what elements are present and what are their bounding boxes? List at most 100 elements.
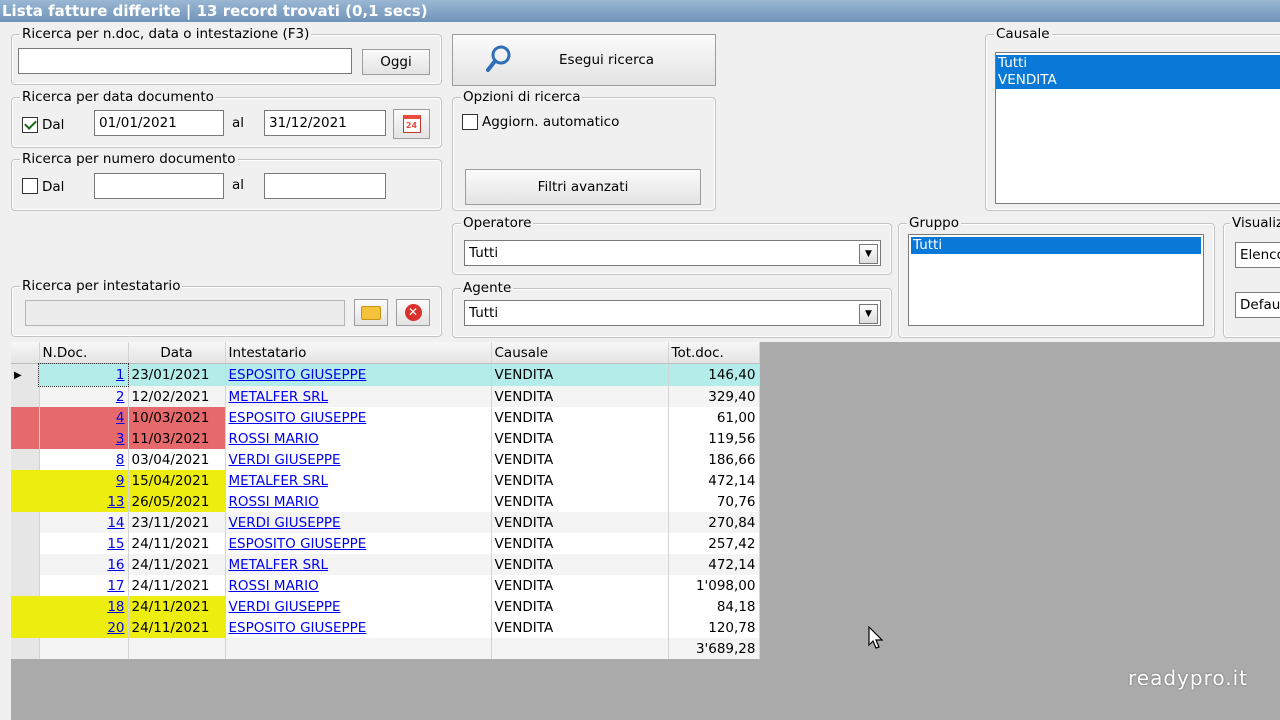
cell-causale[interactable]: VENDITA <box>491 491 669 512</box>
cell-data[interactable]: 12/02/2021 <box>128 386 226 407</box>
row-selector[interactable] <box>11 617 40 638</box>
document-number-link[interactable]: 1 <box>116 367 125 383</box>
cell-ndoc[interactable]: 15 <box>39 533 129 554</box>
date-to-field[interactable]: 31/12/2021 <box>264 110 386 136</box>
table-row[interactable]: 13 26/05/2021 ROSSI MARIO VENDITA 70,76 <box>11 491 760 512</box>
row-selector[interactable] <box>11 407 40 428</box>
cell-totdoc[interactable]: 472,14 <box>668 470 760 491</box>
cell-intestatario[interactable]: ESPOSITO GIUSEPPE <box>225 407 492 428</box>
customer-link[interactable]: METALFER SRL <box>229 389 329 405</box>
cell-data[interactable]: 24/11/2021 <box>128 617 226 638</box>
cell-totdoc[interactable]: 84,18 <box>668 596 760 617</box>
customer-link[interactable]: VERDI GIUSEPPE <box>229 515 341 531</box>
row-selector[interactable] <box>11 428 40 449</box>
invoice-grid[interactable]: N.Doc. Data Intestatario Causale Tot.doc… <box>11 342 760 720</box>
operatore-select[interactable]: Tutti ▼ <box>464 240 881 266</box>
gruppo-listbox[interactable]: Tutti <box>908 234 1204 326</box>
customer-link[interactable]: ROSSI MARIO <box>229 578 319 594</box>
cell-data[interactable]: 15/04/2021 <box>128 470 226 491</box>
table-row[interactable]: 18 24/11/2021 VERDI GIUSEPPE VENDITA 84,18 <box>11 596 760 617</box>
cell-intestatario[interactable]: ESPOSITO GIUSEPPE <box>225 533 492 554</box>
table-row[interactable]: 17 24/11/2021 ROSSI MARIO VENDITA 1'098,00 <box>11 575 760 596</box>
document-number-link[interactable]: 20 <box>107 620 124 636</box>
table-row[interactable]: 3 11/03/2021 ROSSI MARIO VENDITA 119,56 <box>11 428 760 449</box>
document-number-link[interactable]: 15 <box>107 536 124 552</box>
document-number-link[interactable]: 8 <box>116 452 125 468</box>
cell-data[interactable]: 24/11/2021 <box>128 575 226 596</box>
cell-ndoc[interactable]: 3 <box>39 428 129 449</box>
column-header-data[interactable]: Data <box>128 342 226 364</box>
cell-intestatario[interactable]: ROSSI MARIO <box>225 491 492 512</box>
row-selector[interactable] <box>11 512 40 533</box>
date-from-field[interactable]: 01/01/2021 <box>94 110 224 136</box>
cell-ndoc[interactable]: 17 <box>39 575 129 596</box>
visualizza-layout-select[interactable]: Defaul <box>1235 292 1280 318</box>
cell-totdoc[interactable]: 61,00 <box>668 407 760 428</box>
document-number-link[interactable]: 14 <box>107 515 124 531</box>
cell-intestatario[interactable]: VERDI GIUSEPPE <box>225 449 492 470</box>
document-number-link[interactable]: 17 <box>107 578 124 594</box>
cell-totdoc[interactable]: 70,76 <box>668 491 760 512</box>
cell-causale[interactable]: VENDITA <box>491 407 669 428</box>
cell-data[interactable]: 26/05/2021 <box>128 491 226 512</box>
today-button[interactable]: Oggi <box>362 49 430 75</box>
cell-totdoc[interactable]: 120,78 <box>668 617 760 638</box>
run-search-button[interactable]: Esegui ricerca <box>452 34 716 86</box>
holder-field[interactable] <box>25 300 345 326</box>
cell-causale[interactable]: VENDITA <box>491 575 669 596</box>
cell-intestatario[interactable]: ESPOSITO GIUSEPPE <box>225 363 492 386</box>
document-number-link[interactable]: 16 <box>107 557 124 573</box>
cell-causale[interactable]: VENDITA <box>491 428 669 449</box>
cell-intestatario[interactable]: ROSSI MARIO <box>225 428 492 449</box>
row-selector[interactable] <box>11 596 40 617</box>
row-selector[interactable] <box>11 554 40 575</box>
cell-intestatario[interactable]: ESPOSITO GIUSEPPE <box>225 617 492 638</box>
table-row[interactable]: 4 10/03/2021 ESPOSITO GIUSEPPE VENDITA 61,00 <box>11 407 760 428</box>
cell-intestatario[interactable]: METALFER SRL <box>225 554 492 575</box>
row-selector[interactable] <box>11 386 40 407</box>
cell-data[interactable]: 23/11/2021 <box>128 512 226 533</box>
causale-item[interactable]: Tutti <box>996 55 1280 72</box>
document-number-link[interactable]: 9 <box>116 473 125 489</box>
customer-link[interactable]: ESPOSITO GIUSEPPE <box>229 367 367 383</box>
cell-causale[interactable]: VENDITA <box>491 617 669 638</box>
table-row[interactable]: ▶ 1 23/01/2021 ESPOSITO GIUSEPPE VENDITA 146,… <box>11 362 760 387</box>
document-number-link[interactable]: 18 <box>107 599 124 615</box>
row-selector[interactable] <box>11 533 40 554</box>
cell-ndoc[interactable]: 14 <box>39 512 129 533</box>
column-header-intestatario[interactable]: Intestatario <box>225 342 492 364</box>
customer-link[interactable]: ESPOSITO GIUSEPPE <box>229 620 367 636</box>
cell-intestatario[interactable]: VERDI GIUSEPPE <box>225 596 492 617</box>
causale-listbox[interactable]: Tutti VENDITA <box>995 52 1280 204</box>
holder-clear-button[interactable]: ✕ <box>396 299 430 326</box>
table-row[interactable]: 16 24/11/2021 METALFER SRL VENDITA 472,14 <box>11 554 760 575</box>
cell-causale[interactable]: VENDITA <box>491 596 669 617</box>
cell-data[interactable]: 10/03/2021 <box>128 407 226 428</box>
document-number-link[interactable]: 3 <box>116 431 125 447</box>
cell-totdoc[interactable]: 1'098,00 <box>668 575 760 596</box>
number-from-field[interactable] <box>94 173 224 199</box>
row-selector[interactable]: ▶ <box>11 363 40 386</box>
cell-causale[interactable]: VENDITA <box>491 449 669 470</box>
cell-ndoc[interactable]: 4 <box>39 407 129 428</box>
customer-link[interactable]: ESPOSITO GIUSEPPE <box>229 410 367 426</box>
auto-update-checkbox[interactable] <box>462 114 478 130</box>
cell-causale[interactable]: VENDITA <box>491 512 669 533</box>
cell-intestatario[interactable]: METALFER SRL <box>225 470 492 491</box>
document-number-link[interactable]: 2 <box>116 389 125 405</box>
cell-intestatario[interactable]: METALFER SRL <box>225 386 492 407</box>
customer-link[interactable]: ROSSI MARIO <box>229 431 319 447</box>
calendar-button[interactable]: 24 <box>393 109 430 139</box>
date-from-checkbox[interactable] <box>22 117 38 133</box>
customer-link[interactable]: ESPOSITO GIUSEPPE <box>229 536 367 552</box>
number-from-checkbox[interactable] <box>22 178 38 194</box>
document-number-link[interactable]: 13 <box>107 494 124 510</box>
cell-data[interactable]: 24/11/2021 <box>128 554 226 575</box>
cell-totdoc[interactable]: 472,14 <box>668 554 760 575</box>
agente-select[interactable]: Tutti ▼ <box>464 300 881 326</box>
customer-link[interactable]: ROSSI MARIO <box>229 494 319 510</box>
table-row[interactable]: 20 24/11/2021 ESPOSITO GIUSEPPE VENDITA 120,… <box>11 617 760 638</box>
search-input[interactable] <box>18 48 352 74</box>
cell-ndoc[interactable]: 9 <box>39 470 129 491</box>
cell-intestatario[interactable]: ROSSI MARIO <box>225 575 492 596</box>
